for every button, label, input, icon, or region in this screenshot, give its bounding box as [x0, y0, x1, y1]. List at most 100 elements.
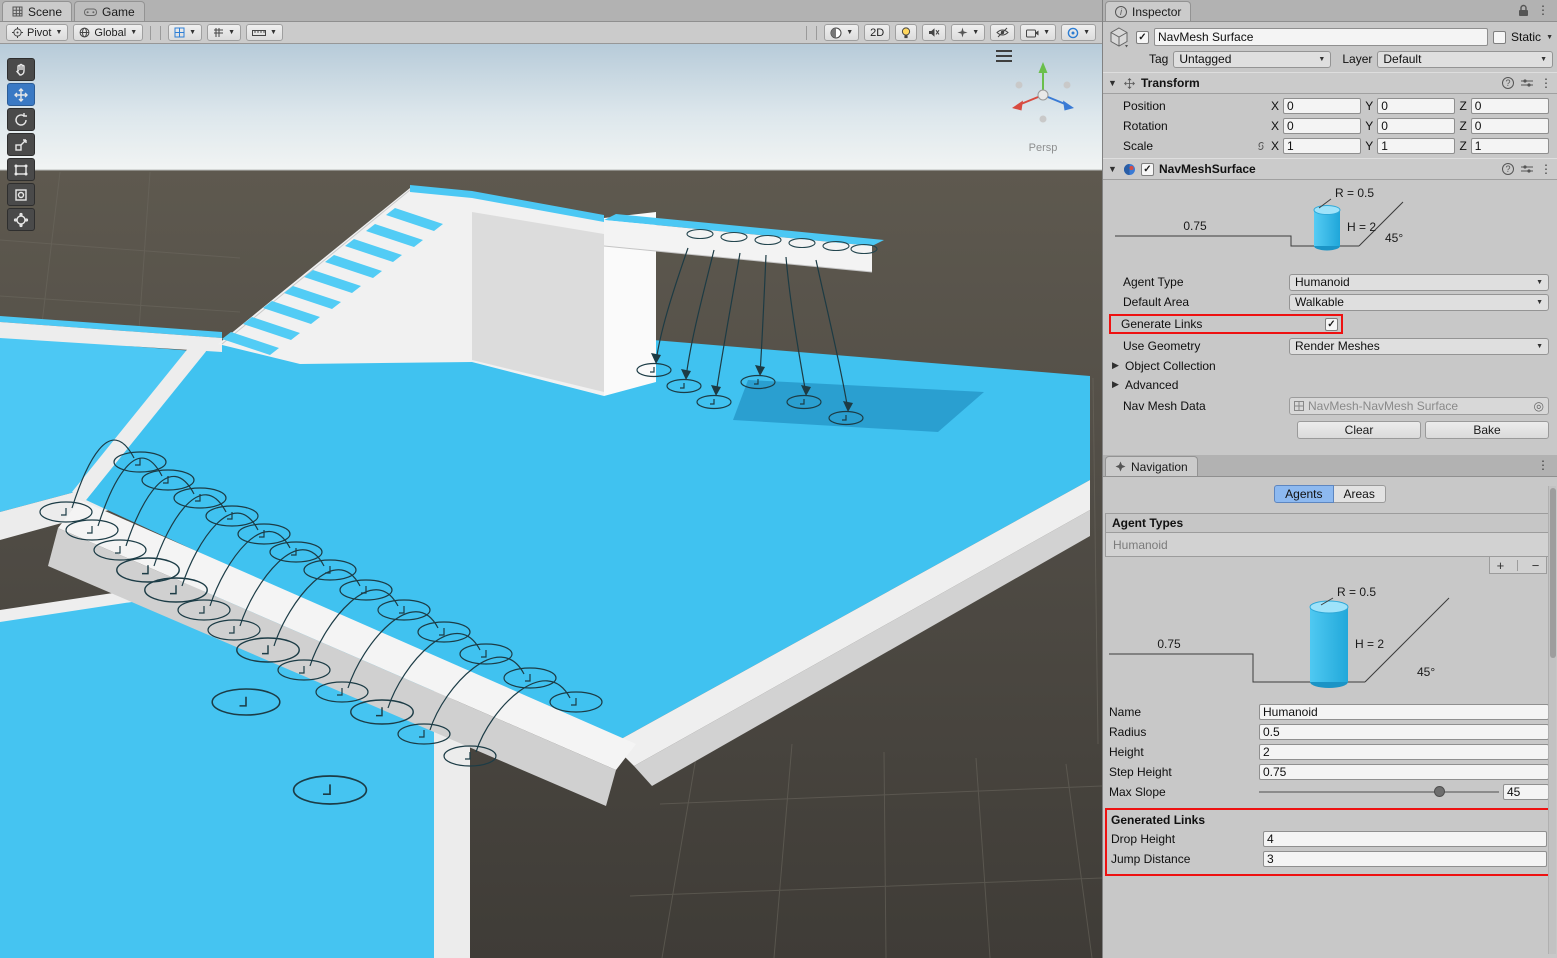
- navigation-menu-icon[interactable]: ⋮: [1537, 458, 1549, 472]
- step-height-field[interactable]: [1259, 764, 1549, 780]
- scene-overlay-menu-icon[interactable]: [996, 50, 1012, 62]
- scale-z-field[interactable]: [1471, 138, 1549, 154]
- scale-tool-button[interactable]: [7, 133, 35, 156]
- slider-knob[interactable]: [1434, 786, 1445, 797]
- max-slope-slider[interactable]: [1259, 784, 1499, 800]
- rotation-y-field[interactable]: [1377, 118, 1455, 134]
- max-slope-field[interactable]: [1503, 784, 1549, 800]
- tab-navigation[interactable]: Navigation: [1105, 456, 1198, 476]
- diagram-step-label: 0.75: [1157, 637, 1181, 651]
- use-geometry-dropdown[interactable]: Render Meshes▼: [1289, 338, 1549, 355]
- pivot-mode-button[interactable]: Pivot▼: [6, 24, 68, 41]
- scene-viewport[interactable]: Persp: [0, 44, 1102, 958]
- gameobject-name-field[interactable]: [1154, 28, 1488, 46]
- presets-icon[interactable]: [1521, 78, 1533, 88]
- camera-settings-button[interactable]: ▼: [1020, 24, 1056, 41]
- component-menu-icon[interactable]: ⋮: [1540, 76, 1552, 90]
- layer-dropdown[interactable]: Default▼: [1377, 51, 1553, 68]
- advanced-foldout[interactable]: ▶Advanced: [1103, 375, 1557, 394]
- measure-tool-button[interactable]: ▼: [246, 24, 283, 41]
- position-x-field[interactable]: [1283, 98, 1361, 114]
- add-agent-button[interactable]: +: [1497, 558, 1505, 573]
- generate-links-row: Generate Links: [1103, 312, 1557, 336]
- 2d-toggle-button[interactable]: 2D: [864, 24, 890, 41]
- global-mode-button[interactable]: Global▼: [73, 24, 143, 41]
- name-field[interactable]: [1259, 704, 1549, 720]
- foldout-icon[interactable]: ▼: [1108, 78, 1118, 88]
- grid-visibility-button[interactable]: ▼: [168, 24, 202, 41]
- scale-y-field[interactable]: [1377, 138, 1455, 154]
- scene-audio-button[interactable]: [922, 24, 946, 41]
- drop-height-field[interactable]: [1263, 831, 1547, 847]
- static-checkbox[interactable]: [1493, 31, 1506, 44]
- gizmos-button[interactable]: ▼: [1061, 24, 1096, 41]
- custom-tool-button[interactable]: [7, 208, 35, 231]
- jump-distance-field[interactable]: [1263, 851, 1547, 867]
- scene-effects-button[interactable]: ▼: [951, 24, 985, 41]
- radius-field[interactable]: [1259, 724, 1549, 740]
- object-picker-icon[interactable]: ◎: [1534, 399, 1544, 413]
- gameobject-active-checkbox[interactable]: [1136, 31, 1149, 44]
- rect-tool-button[interactable]: [7, 158, 35, 181]
- tab-scene[interactable]: Scene: [2, 1, 72, 21]
- scene-lighting-button[interactable]: [895, 24, 917, 41]
- height-field[interactable]: [1259, 744, 1549, 760]
- scrollbar-thumb[interactable]: [1550, 488, 1556, 658]
- clear-button[interactable]: Clear: [1297, 421, 1421, 439]
- use-geometry-value: Render Meshes: [1295, 339, 1380, 353]
- nav-mesh-data-field[interactable]: NavMesh-NavMesh Surface ◎: [1289, 397, 1549, 415]
- lock-icon[interactable]: [1518, 4, 1529, 17]
- agent-type-dropdown[interactable]: Humanoid▼: [1289, 274, 1549, 291]
- info-icon: i: [1115, 6, 1127, 18]
- object-collection-label: Object Collection: [1125, 359, 1216, 373]
- scene-view-panel: Scene Game Pivot▼ Global▼ ▼ ▼ ▼: [0, 0, 1102, 958]
- scene-canvas[interactable]: Persp: [0, 44, 1102, 958]
- presets-icon[interactable]: [1521, 164, 1533, 174]
- axis-x-label: X: [1271, 119, 1279, 133]
- perspective-label[interactable]: Persp: [1029, 142, 1058, 154]
- tab-game[interactable]: Game: [74, 1, 145, 21]
- bake-button[interactable]: Bake: [1425, 421, 1549, 439]
- foldout-icon[interactable]: ▼: [1108, 164, 1118, 174]
- move-tool-button[interactable]: [7, 83, 35, 106]
- tab-inspector[interactable]: i Inspector: [1105, 1, 1191, 21]
- navigation-tabstrip: Navigation ⋮: [1103, 455, 1557, 477]
- rotate-tool-button[interactable]: [7, 108, 35, 131]
- position-y-field[interactable]: [1377, 98, 1455, 114]
- tag-dropdown[interactable]: Untagged▼: [1173, 51, 1331, 68]
- shaded-sphere-icon: [830, 27, 842, 39]
- use-geometry-label: Use Geometry: [1109, 339, 1285, 353]
- transform-tool-button[interactable]: [7, 183, 35, 206]
- hand-tool-button[interactable]: [7, 58, 35, 81]
- rotation-z-field[interactable]: [1471, 118, 1549, 134]
- scene-grid-icon: [12, 6, 23, 17]
- generate-links-checkbox[interactable]: [1325, 318, 1338, 331]
- shading-mode-button[interactable]: ▼: [824, 24, 859, 41]
- scene-visibility-button[interactable]: [990, 24, 1015, 41]
- position-z-field[interactable]: [1471, 98, 1549, 114]
- position-label: Position: [1109, 99, 1267, 113]
- component-menu-icon[interactable]: ⋮: [1540, 162, 1552, 176]
- chevron-down-icon: ▼: [1043, 29, 1050, 36]
- rotation-x-field[interactable]: [1283, 118, 1361, 134]
- snap-settings-button[interactable]: ▼: [207, 24, 241, 41]
- static-dropdown-icon[interactable]: ▼: [1546, 34, 1553, 41]
- areas-tab[interactable]: Areas: [1334, 485, 1386, 503]
- default-area-dropdown[interactable]: Walkable▼: [1289, 294, 1549, 311]
- inspector-menu-icon[interactable]: ⋮: [1537, 3, 1549, 17]
- scale-x-field[interactable]: [1283, 138, 1361, 154]
- transform-header[interactable]: ▼ Transform ? ⋮: [1103, 72, 1557, 94]
- component-enabled-checkbox[interactable]: [1141, 163, 1154, 176]
- help-icon[interactable]: ?: [1502, 77, 1514, 89]
- navigation-scrollbar[interactable]: [1548, 486, 1556, 954]
- effects-sparkle-icon: [957, 27, 968, 38]
- object-collection-foldout[interactable]: ▶Object Collection: [1103, 356, 1557, 375]
- agent-type-item-humanoid[interactable]: Humanoid: [1105, 533, 1555, 557]
- remove-agent-button[interactable]: −: [1532, 558, 1540, 573]
- navmeshsurface-header[interactable]: ▼ NavMeshSurface ? ⋮: [1103, 158, 1557, 180]
- help-icon[interactable]: ?: [1502, 163, 1514, 175]
- gameobject-cube-icon[interactable]: [1107, 25, 1131, 49]
- scale-row: Scale X Y Z: [1103, 136, 1557, 156]
- agents-tab[interactable]: Agents: [1274, 485, 1333, 503]
- constrain-proportions-icon[interactable]: [1255, 140, 1267, 152]
